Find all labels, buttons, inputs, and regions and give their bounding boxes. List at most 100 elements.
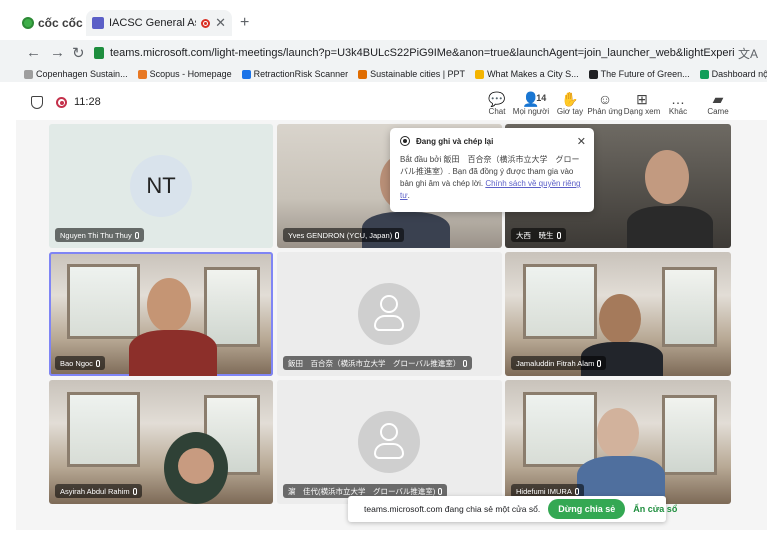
back-icon[interactable]: ← xyxy=(26,44,41,61)
participant-name: Yves GENDRON (YCU, Japan) xyxy=(288,230,393,240)
more-icon: … xyxy=(671,91,685,107)
bookmark-favicon-icon xyxy=(137,69,147,79)
toolbar-button-label: Mọi người xyxy=(512,107,550,116)
bookmarks-bar: Copenhagen Sustain... Scopus - Homepage Re… xyxy=(0,66,767,82)
reload-icon[interactable]: ↻ xyxy=(72,44,85,62)
reaction-icon: ☺ xyxy=(597,91,613,107)
toolbar-button-label: Chat xyxy=(488,107,506,116)
participant-tile-asyirah[interactable]: Asyirah Abdul Rahim xyxy=(49,380,273,504)
bookmark-label: What Makes a City S... xyxy=(487,69,579,79)
participant-name-chip: Bao Ngoc xyxy=(55,356,105,370)
participant-name-chip: Yves GENDRON (YCU, Japan) xyxy=(283,228,405,242)
toolbar-button-raise-hand[interactable]: ✋ Giơ tay xyxy=(550,91,590,119)
popup-header: Đang ghi và chép lại xyxy=(400,136,584,146)
bookmark-item[interactable]: RetractionRisk Scanner xyxy=(241,69,349,79)
bookmark-favicon-icon xyxy=(358,69,368,79)
toolbar-button-view[interactable]: ⊞ Dạng xem xyxy=(622,91,662,119)
participant-name: 大西 暁生 xyxy=(516,230,554,240)
raise-hand-icon: ✋ xyxy=(561,91,579,107)
bookmark-item[interactable]: Scopus - Homepage xyxy=(137,69,232,79)
participant-name-chip: 大西 暁生 xyxy=(511,228,566,242)
recording-icon xyxy=(400,136,410,146)
toolbar-button-label: Khác xyxy=(668,107,688,116)
participant-name: Jamaluddin Fitrah Alam xyxy=(516,358,595,368)
participant-name: 飯田 百合奈（横浜市立大学 グローバル推進室） xyxy=(288,358,461,368)
toolbar-button-reaction[interactable]: ☺ Phản ứng xyxy=(585,91,625,119)
forward-icon[interactable]: → xyxy=(50,44,65,61)
person-avatar-icon xyxy=(358,283,420,345)
bookmark-favicon-icon xyxy=(588,69,598,79)
bookmark-label: Dashboard nội bộ th... xyxy=(711,69,767,79)
participant-tile-iida[interactable]: 飯田 百合奈（横浜市立大学 グローバル推進室） xyxy=(277,252,502,376)
mic-icon xyxy=(574,487,579,495)
person-avatar-icon xyxy=(358,411,420,473)
url-field[interactable]: teams.microsoft.com/light-meetings/launc… xyxy=(94,44,734,62)
screen-share-bar: teams.microsoft.com đang chia sẻ một cửa… xyxy=(348,496,677,522)
bookmark-favicon-icon xyxy=(699,69,709,79)
tab-strip: cốc cốc IACSC General Assembly ✕ + xyxy=(0,0,767,36)
view-icon: ⊞ xyxy=(636,91,648,107)
recording-tab-icon xyxy=(201,18,211,28)
popup-period: . xyxy=(407,191,410,200)
address-bar: ← → ↻ teams.microsoft.com/light-meetings… xyxy=(0,40,767,66)
toolbar-button-camera[interactable]: ▰ Came xyxy=(698,91,738,119)
people-icon: 👤 14 xyxy=(522,91,547,107)
tab-close-icon[interactable]: ✕ xyxy=(215,15,226,31)
tab-teams-meeting[interactable]: IACSC General Assembly ✕ xyxy=(86,10,232,36)
participant-tile-jamaluddin[interactable]: Jamaluddin Fitrah Alam xyxy=(505,252,731,376)
participant-name-chip: Asyirah Abdul Rahim xyxy=(55,484,142,498)
translate-icon[interactable]: 文A xyxy=(738,45,758,62)
mic-icon xyxy=(556,231,561,239)
bookmark-item[interactable]: Copenhagen Sustain... xyxy=(24,69,128,79)
mic-icon xyxy=(597,359,602,367)
browser-brand: cốc cốc xyxy=(38,16,83,30)
participant-tile-hidefumi[interactable]: Hidefumi IMURA xyxy=(505,380,731,504)
toolbar-button-label: Giơ tay xyxy=(556,107,584,116)
toolbar-button-label: Dạng xem xyxy=(623,107,661,116)
browser-window: cốc cốc IACSC General Assembly ✕ + ← → ↻… xyxy=(0,0,767,537)
coccoc-logo-icon xyxy=(22,17,34,29)
mic-icon xyxy=(134,231,139,239)
bookmark-label: RetractionRisk Scanner xyxy=(253,69,349,79)
stop-sharing-button[interactable]: Dừng chia sẻ xyxy=(548,499,626,519)
toolbar-button-label: Phản ứng xyxy=(587,107,623,116)
toolbar-button-people[interactable]: 👤 14 Mọi người xyxy=(511,91,551,119)
mic-icon xyxy=(95,359,100,367)
participant-name: Bao Ngoc xyxy=(60,358,93,368)
new-tab-button[interactable]: + xyxy=(240,14,249,32)
meeting-toolbar: 11:28 💬 Chat 👤 14 Mọi người ✋ Giơ tay ☺ Phản ứng… xyxy=(16,86,767,120)
bookmark-item[interactable]: Sustainable cities | PPT xyxy=(358,69,465,79)
site-info-icon[interactable] xyxy=(94,47,104,59)
url-text: teams.microsoft.com/light-meetings/launc… xyxy=(109,47,734,59)
mic-icon xyxy=(132,487,137,495)
participant-tile-bao-ngoc[interactable]: Bao Ngoc xyxy=(49,252,273,376)
participant-name: Nguyen Thi Thu Thuy xyxy=(60,230,132,240)
recording-indicator-icon xyxy=(56,97,67,108)
camera-icon: ▰ xyxy=(712,91,724,107)
toolbar-button-more[interactable]: … Khác xyxy=(658,91,698,119)
avatar-initials: NT xyxy=(130,155,192,217)
close-icon[interactable]: ✕ xyxy=(577,135,586,148)
participant-name: 濵 佳代(横浜市立大学 グローバル推進室) xyxy=(288,486,436,496)
mic-icon xyxy=(438,487,443,495)
bookmark-favicon-icon xyxy=(24,69,33,79)
tab-title: IACSC General Assembly xyxy=(109,17,196,29)
bookmark-label: Copenhagen Sustain... xyxy=(36,69,128,79)
bookmark-item[interactable]: Dashboard nội bộ th... xyxy=(699,69,767,79)
participant-tile-nguyen[interactable]: NT Nguyen Thi Thu Thuy xyxy=(49,124,273,248)
participant-tile-kayo[interactable]: 濵 佳代(横浜市立大学 グローバル推進室) xyxy=(277,380,502,504)
shield-icon xyxy=(31,96,43,109)
participant-video xyxy=(577,408,665,504)
meeting-time: 11:28 xyxy=(74,96,101,108)
bookmark-label: Scopus - Homepage xyxy=(149,69,232,79)
participant-video xyxy=(627,150,713,248)
popup-title: Đang ghi và chép lại xyxy=(416,136,494,146)
participant-name-chip: Jamaluddin Fitrah Alam xyxy=(511,356,607,370)
hide-window-button[interactable]: Ẩn cửa sổ xyxy=(633,504,677,514)
mic-icon xyxy=(463,359,468,367)
bookmark-item[interactable]: The Future of Green... xyxy=(588,69,690,79)
bookmark-label: Sustainable cities | PPT xyxy=(370,69,466,79)
participant-video xyxy=(164,432,238,504)
participant-name: Hidefumi IMURA xyxy=(516,486,572,496)
bookmark-item[interactable]: What Makes a City S... xyxy=(475,69,579,79)
